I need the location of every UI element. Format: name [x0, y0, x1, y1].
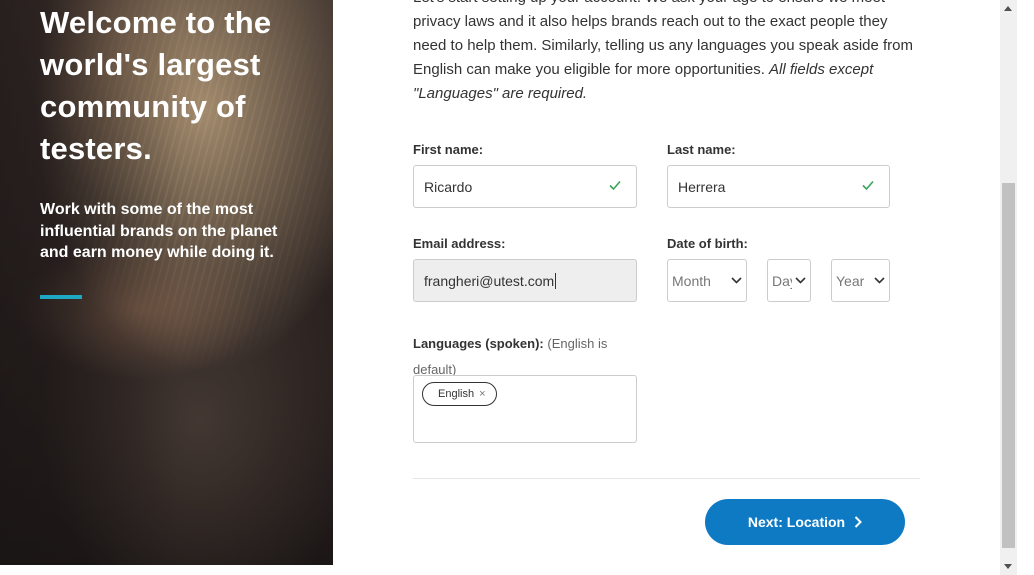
- hero-subtitle: Work with some of the most influential b…: [40, 201, 278, 261]
- text-cursor: [555, 272, 557, 289]
- last-name-value: Herrera: [678, 178, 726, 195]
- check-icon: [862, 180, 874, 191]
- first-name-label: First name:: [413, 142, 484, 157]
- close-icon[interactable]: ×: [479, 388, 485, 400]
- dob-year-select[interactable]: Year: [831, 259, 890, 302]
- dob-year-value: Year: [836, 272, 865, 289]
- dob-label: Date of birth:: [667, 236, 748, 251]
- next-location-button[interactable]: Next: Location: [705, 499, 905, 545]
- dob-month-value: Month: [672, 272, 711, 289]
- language-chip-label: English: [438, 388, 475, 400]
- email-label: Email address:: [413, 236, 506, 251]
- dob-day-value: Day: [772, 272, 792, 289]
- email-value: frangheri@utest.com: [424, 272, 555, 289]
- form-divider: [413, 478, 920, 479]
- vertical-scrollbar[interactable]: [1000, 0, 1017, 575]
- next-button-label: Next: Location: [747, 514, 846, 530]
- languages-input[interactable]: English ×: [413, 375, 637, 443]
- scroll-up-arrow-icon[interactable]: [1004, 6, 1012, 11]
- dob-day-select[interactable]: Day: [767, 259, 811, 302]
- intro-text: Let's start setting up your account. We …: [413, 0, 913, 106]
- chevron-down-icon: [731, 277, 742, 284]
- check-icon: [609, 180, 621, 191]
- hero-title: Welcome to the world's largest community…: [40, 5, 272, 166]
- scrollbar-thumb[interactable]: [1002, 183, 1015, 548]
- page-bottom-edge: [0, 565, 1000, 575]
- last-name-field[interactable]: Herrera: [667, 165, 890, 208]
- hero-panel: Welcome to the world's largest community…: [0, 0, 333, 565]
- chevron-down-icon: [795, 277, 806, 284]
- languages-label: Languages (spoken):: [413, 336, 544, 351]
- first-name-field[interactable]: Ricardo: [413, 165, 637, 208]
- scroll-down-arrow-icon[interactable]: [1004, 564, 1012, 569]
- email-field[interactable]: frangheri@utest.com: [413, 259, 637, 302]
- language-chip-english: English ×: [422, 382, 497, 406]
- hero-accent-rule: [40, 295, 82, 299]
- first-name-value: Ricardo: [424, 178, 473, 195]
- dob-month-select[interactable]: Month: [667, 259, 747, 302]
- chevron-down-icon: [874, 277, 885, 284]
- chevron-right-icon: [854, 516, 863, 528]
- last-name-label: Last name:: [667, 142, 736, 157]
